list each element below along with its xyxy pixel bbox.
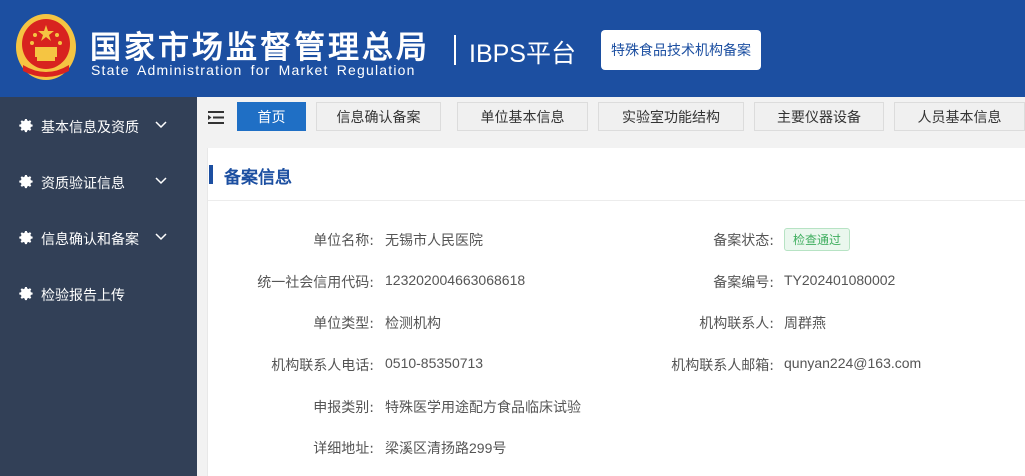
contact-phone-label: 机构联系人电话: xyxy=(271,358,374,374)
tab-bar: 首页 信息确认备案 单位基本信息 实验室功能结构 主要仪器设备 人员基本信息 xyxy=(197,97,1025,139)
national-emblem-icon xyxy=(16,14,76,80)
sidebar-item-confirm-record[interactable]: 信息确认和备案 xyxy=(0,210,197,266)
gear-icon xyxy=(19,286,33,301)
header-divider xyxy=(454,35,456,65)
sidebar-item-qualification[interactable]: 资质验证信息 xyxy=(0,154,197,210)
record-no-value: TY202401080002 xyxy=(784,272,896,288)
tab-personnel[interactable]: 人员基本信息 xyxy=(894,102,1025,131)
contact-phone-value: 0510-85350713 xyxy=(385,355,484,371)
contact-value: 周群燕 xyxy=(784,315,826,331)
record-status-label: 备案状态: xyxy=(713,233,774,249)
gear-icon xyxy=(19,118,33,133)
contact-email-value: qunyan224@163.com xyxy=(784,355,922,371)
address-value: 梁溪区清扬路299号 xyxy=(385,440,507,456)
tab-instruments[interactable]: 主要仪器设备 xyxy=(754,102,884,131)
sidebar-item-label: 资质验证信息 xyxy=(41,176,125,192)
sidebar-item-label: 检验报告上传 xyxy=(41,288,125,304)
apply-type-value: 特殊医学用途配方食品临床试验 xyxy=(385,399,581,415)
system-switch-button[interactable]: 特殊食品技术机构备案 xyxy=(601,30,761,70)
status-badge: 检查通过 xyxy=(784,228,851,251)
apply-type-label: 申报类别: xyxy=(313,400,374,416)
unit-type-value: 检测机构 xyxy=(385,315,441,331)
card-header: 备案信息 xyxy=(208,148,1025,201)
platform-name: IBPS平台 xyxy=(469,40,576,68)
menu-toggle-icon[interactable] xyxy=(208,111,224,124)
credit-code-label: 统一社会信用代码: xyxy=(257,275,374,291)
title-accent-bar xyxy=(209,165,213,184)
contact-email-label: 机构联系人邮箱: xyxy=(671,358,774,374)
chevron-down-icon xyxy=(155,121,167,129)
sidebar-item-basic-info[interactable]: 基本信息及资质 xyxy=(0,98,197,154)
sidebar-item-label: 信息确认和备案 xyxy=(41,232,139,248)
agency-title-cn: 国家市场监督管理总局 xyxy=(90,30,430,66)
record-info-card: 备案信息 xyxy=(207,148,1025,476)
address-label: 详细地址: xyxy=(313,441,374,457)
chevron-down-icon xyxy=(155,233,167,241)
tab-lab-structure[interactable]: 实验室功能结构 xyxy=(598,102,744,131)
unit-type-label: 单位类型: xyxy=(313,316,374,332)
unit-name-value: 无锡市人民医院 xyxy=(385,232,483,248)
agency-title-en: State Administration for Market Regulati… xyxy=(91,62,416,78)
gear-icon xyxy=(19,174,33,189)
unit-name-label: 单位名称: xyxy=(313,233,374,249)
tab-info-confirm[interactable]: 信息确认备案 xyxy=(316,102,441,131)
sidebar-item-report-upload[interactable]: 检验报告上传 xyxy=(0,266,197,322)
sidebar-item-label: 基本信息及资质 xyxy=(41,120,139,136)
contact-label: 机构联系人: xyxy=(699,316,774,332)
chevron-down-icon xyxy=(155,177,167,185)
top-header: 国家市场监督管理总局 State Administration for Mark… xyxy=(0,0,1025,97)
gear-icon xyxy=(19,230,33,245)
tab-home[interactable]: 首页 xyxy=(237,102,306,131)
tab-unit-info[interactable]: 单位基本信息 xyxy=(457,102,588,131)
sidebar: 基本信息及资质 资质验证信息 信息确认和备案 检验报告上传 xyxy=(0,97,197,476)
credit-code-value: 123202004663068618 xyxy=(385,272,526,288)
card-title: 备案信息 xyxy=(224,168,292,188)
record-no-label: 备案编号: xyxy=(713,275,774,291)
